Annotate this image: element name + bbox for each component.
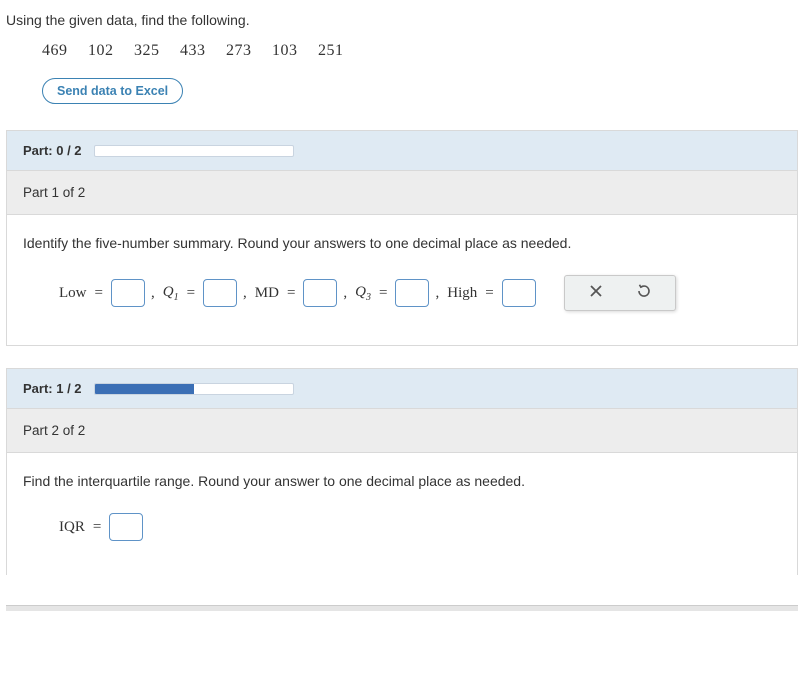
- action-box: [564, 275, 676, 311]
- data-values-row: 469 102 325 433 273 103 251: [42, 42, 798, 60]
- part2-prompt: Find the interquartile range. Round your…: [23, 473, 781, 489]
- iqr-label: IQR: [59, 519, 85, 536]
- undo-icon: [636, 283, 652, 304]
- data-value: 273: [226, 42, 252, 59]
- data-value: 433: [180, 42, 206, 59]
- md-input[interactable]: [303, 279, 337, 307]
- part1-progress-header: Part: 0 / 2: [7, 131, 797, 171]
- md-label: MD: [255, 285, 279, 302]
- q3-input[interactable]: [395, 279, 429, 307]
- footer-divider: [6, 605, 798, 611]
- separator: ,: [435, 285, 439, 302]
- part2-progress-track: [94, 383, 294, 395]
- part1-progress-label: Part: 0 / 2: [23, 143, 82, 158]
- equals-sign: =: [485, 285, 493, 302]
- close-icon: [588, 283, 604, 304]
- reset-button[interactable]: [635, 284, 653, 302]
- part2-progress-label: Part: 1 / 2: [23, 381, 82, 396]
- equals-sign: =: [95, 285, 103, 302]
- q1-label: Q1: [163, 284, 179, 303]
- data-value: 102: [88, 42, 114, 59]
- part2-progress-fill: [95, 384, 194, 394]
- data-value: 251: [318, 42, 344, 59]
- low-label: Low: [59, 285, 87, 302]
- five-number-summary-row: Low = , Q1 = , MD = , Q3 = , High =: [59, 275, 781, 311]
- part1-progress-track: [94, 145, 294, 157]
- clear-button[interactable]: [587, 284, 605, 302]
- part1-sub-header: Part 1 of 2: [7, 171, 797, 215]
- part1-prompt: Identify the five-number summary. Round …: [23, 235, 781, 251]
- equals-sign: =: [287, 285, 295, 302]
- q3-label: Q3: [355, 284, 371, 303]
- iqr-input[interactable]: [109, 513, 143, 541]
- high-label: High: [447, 285, 477, 302]
- question-intro: Using the given data, find the following…: [6, 12, 798, 28]
- equals-sign: =: [187, 285, 195, 302]
- q1-input[interactable]: [203, 279, 237, 307]
- low-input[interactable]: [111, 279, 145, 307]
- part2-sub-header: Part 2 of 2: [7, 409, 797, 453]
- part1-panel: Part: 0 / 2 Part 1 of 2 Identify the fiv…: [6, 130, 798, 346]
- part2-panel: Part: 1 / 2 Part 2 of 2 Find the interqu…: [6, 368, 798, 575]
- equals-sign: =: [379, 285, 387, 302]
- separator: ,: [151, 285, 155, 302]
- separator: ,: [343, 285, 347, 302]
- iqr-row: IQR =: [59, 513, 781, 541]
- part2-progress-header: Part: 1 / 2: [7, 369, 797, 409]
- high-input[interactable]: [502, 279, 536, 307]
- equals-sign: =: [93, 519, 101, 536]
- data-value: 469: [42, 42, 68, 59]
- send-to-excel-button[interactable]: Send data to Excel: [42, 78, 183, 104]
- data-value: 325: [134, 42, 160, 59]
- data-value: 103: [272, 42, 298, 59]
- separator: ,: [243, 285, 247, 302]
